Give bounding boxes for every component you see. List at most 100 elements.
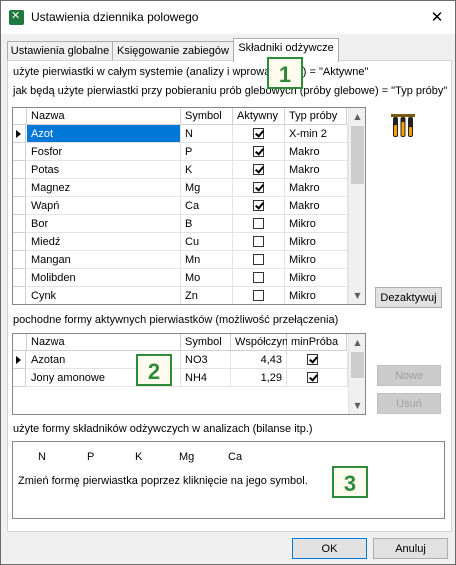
active-checkbox[interactable] (253, 290, 264, 301)
row-header[interactable] (13, 269, 26, 287)
cell-name[interactable]: Molibden (27, 269, 181, 287)
cell-min-sample[interactable] (287, 369, 348, 387)
table-row[interactable]: Bor B Mikro (13, 215, 348, 233)
table-row[interactable]: Jony amonowe NH4 1,29 (13, 369, 348, 387)
column-header-symbol[interactable]: Symbol (181, 108, 233, 125)
cell-symbol[interactable]: Mn (181, 251, 233, 269)
cell-sample-type[interactable]: X-min 2 (285, 125, 348, 143)
deactivate-button[interactable]: Dezaktywuj (375, 287, 442, 308)
cell-factor[interactable]: 4,43 (231, 351, 287, 369)
active-checkbox[interactable] (253, 182, 264, 193)
cell-name[interactable]: Azot (27, 125, 181, 143)
cell-factor[interactable]: 1,29 (231, 369, 287, 387)
cell-name[interactable]: Bor (27, 215, 181, 233)
active-checkbox[interactable] (253, 272, 264, 283)
cell-sample-type[interactable]: Makro (285, 179, 348, 197)
active-checkbox[interactable] (253, 200, 264, 211)
symbol-p[interactable]: P (87, 451, 94, 463)
column-header-active[interactable]: Aktywny (233, 108, 285, 125)
table-row[interactable]: Azotan NO3 4,43 (13, 351, 348, 369)
row-header[interactable] (13, 233, 26, 251)
table-row[interactable]: Mangan Mn Mikro (13, 251, 348, 269)
column-header-name[interactable]: Nazwa (27, 334, 181, 351)
cell-symbol[interactable]: K (181, 161, 233, 179)
cell-name[interactable]: Fosfor (27, 143, 181, 161)
cell-symbol[interactable]: B (181, 215, 233, 233)
table-row[interactable]: Potas K Makro (13, 161, 348, 179)
cell-name[interactable]: Wapń (27, 197, 181, 215)
row-header[interactable] (13, 125, 26, 143)
scroll-up-icon[interactable]: ▲ (349, 334, 365, 351)
row-header[interactable] (13, 143, 26, 161)
elements-grid-scrollbar[interactable]: ▲ ▼ (348, 108, 365, 304)
tab-global-settings[interactable]: Ustawienia globalne (7, 41, 113, 61)
cell-sample-type[interactable]: Mikro (285, 215, 348, 233)
table-row[interactable]: Molibden Mo Mikro (13, 269, 348, 287)
column-header-factor[interactable]: Współczynnik (231, 334, 302, 351)
table-row[interactable]: Cynk Zn Mikro (13, 287, 348, 304)
symbol-ca[interactable]: Ca (228, 451, 242, 463)
cell-symbol[interactable]: Zn (181, 287, 233, 304)
delete-button[interactable]: Usuń (377, 393, 441, 414)
cell-symbol[interactable]: NH4 (181, 369, 231, 387)
active-checkbox[interactable] (253, 254, 264, 265)
cell-sample-type[interactable]: Makro (285, 143, 348, 161)
column-header-symbol[interactable]: Symbol (181, 334, 231, 351)
scroll-up-icon[interactable]: ▲ (349, 108, 365, 125)
cell-active[interactable] (233, 251, 285, 269)
cell-symbol[interactable]: Ca (181, 197, 233, 215)
cell-symbol[interactable]: Mg (181, 179, 233, 197)
cell-sample-type[interactable]: Mikro (285, 251, 348, 269)
tab-treatment-posting[interactable]: Księgowanie zabiegów (112, 41, 234, 61)
cell-active[interactable] (233, 125, 285, 143)
row-header[interactable] (13, 179, 26, 197)
cell-active[interactable] (233, 269, 285, 287)
cell-sample-type[interactable]: Mikro (285, 287, 348, 304)
symbol-n[interactable]: N (38, 451, 46, 463)
column-header-sample-type[interactable]: Typ próby (285, 108, 347, 125)
row-header[interactable] (13, 351, 26, 369)
table-row[interactable]: Azot N X-min 2 (13, 125, 348, 143)
active-checkbox[interactable] (253, 164, 264, 175)
cell-active[interactable] (233, 179, 285, 197)
cell-active[interactable] (233, 143, 285, 161)
forms-grid-scrollbar[interactable]: ▲ ▼ (348, 334, 365, 414)
row-header[interactable] (13, 197, 26, 215)
table-row[interactable]: Wapń Ca Makro (13, 197, 348, 215)
cell-name[interactable]: Mangan (27, 251, 181, 269)
cell-sample-type[interactable]: Mikro (285, 233, 348, 251)
cell-symbol[interactable]: N (181, 125, 233, 143)
scroll-thumb[interactable] (351, 352, 364, 378)
cell-sample-type[interactable]: Mikro (285, 269, 348, 287)
scroll-down-icon[interactable]: ▼ (349, 397, 365, 414)
active-checkbox[interactable] (253, 236, 264, 247)
active-checkbox[interactable] (253, 128, 264, 139)
row-header[interactable] (13, 287, 26, 304)
new-button[interactable]: Nowe (377, 365, 441, 386)
cell-active[interactable] (233, 161, 285, 179)
symbol-mg[interactable]: Mg (179, 451, 194, 463)
row-header[interactable] (13, 369, 26, 387)
column-header-name[interactable]: Nazwa (27, 108, 181, 125)
active-checkbox[interactable] (253, 218, 264, 229)
cell-active[interactable] (233, 215, 285, 233)
cell-symbol[interactable]: Mo (181, 269, 233, 287)
cell-active[interactable] (233, 233, 285, 251)
cancel-button[interactable]: Anuluj (373, 538, 448, 559)
cell-min-sample[interactable] (287, 351, 348, 369)
cell-symbol[interactable]: P (181, 143, 233, 161)
cell-name[interactable]: Magnez (27, 179, 181, 197)
scroll-thumb[interactable] (351, 126, 364, 184)
symbol-k[interactable]: K (135, 451, 142, 463)
scroll-down-icon[interactable]: ▼ (349, 287, 365, 304)
cell-sample-type[interactable]: Makro (285, 161, 348, 179)
min-sample-checkbox[interactable] (307, 354, 318, 365)
cell-name[interactable]: Miedź (27, 233, 181, 251)
table-row[interactable]: Fosfor P Makro (13, 143, 348, 161)
min-sample-checkbox[interactable] (307, 372, 318, 383)
cell-symbol[interactable]: Cu (181, 233, 233, 251)
column-header-min-sample[interactable]: minPróba (287, 334, 347, 351)
active-checkbox[interactable] (253, 146, 264, 157)
row-header[interactable] (13, 251, 26, 269)
cell-active[interactable] (233, 287, 285, 304)
